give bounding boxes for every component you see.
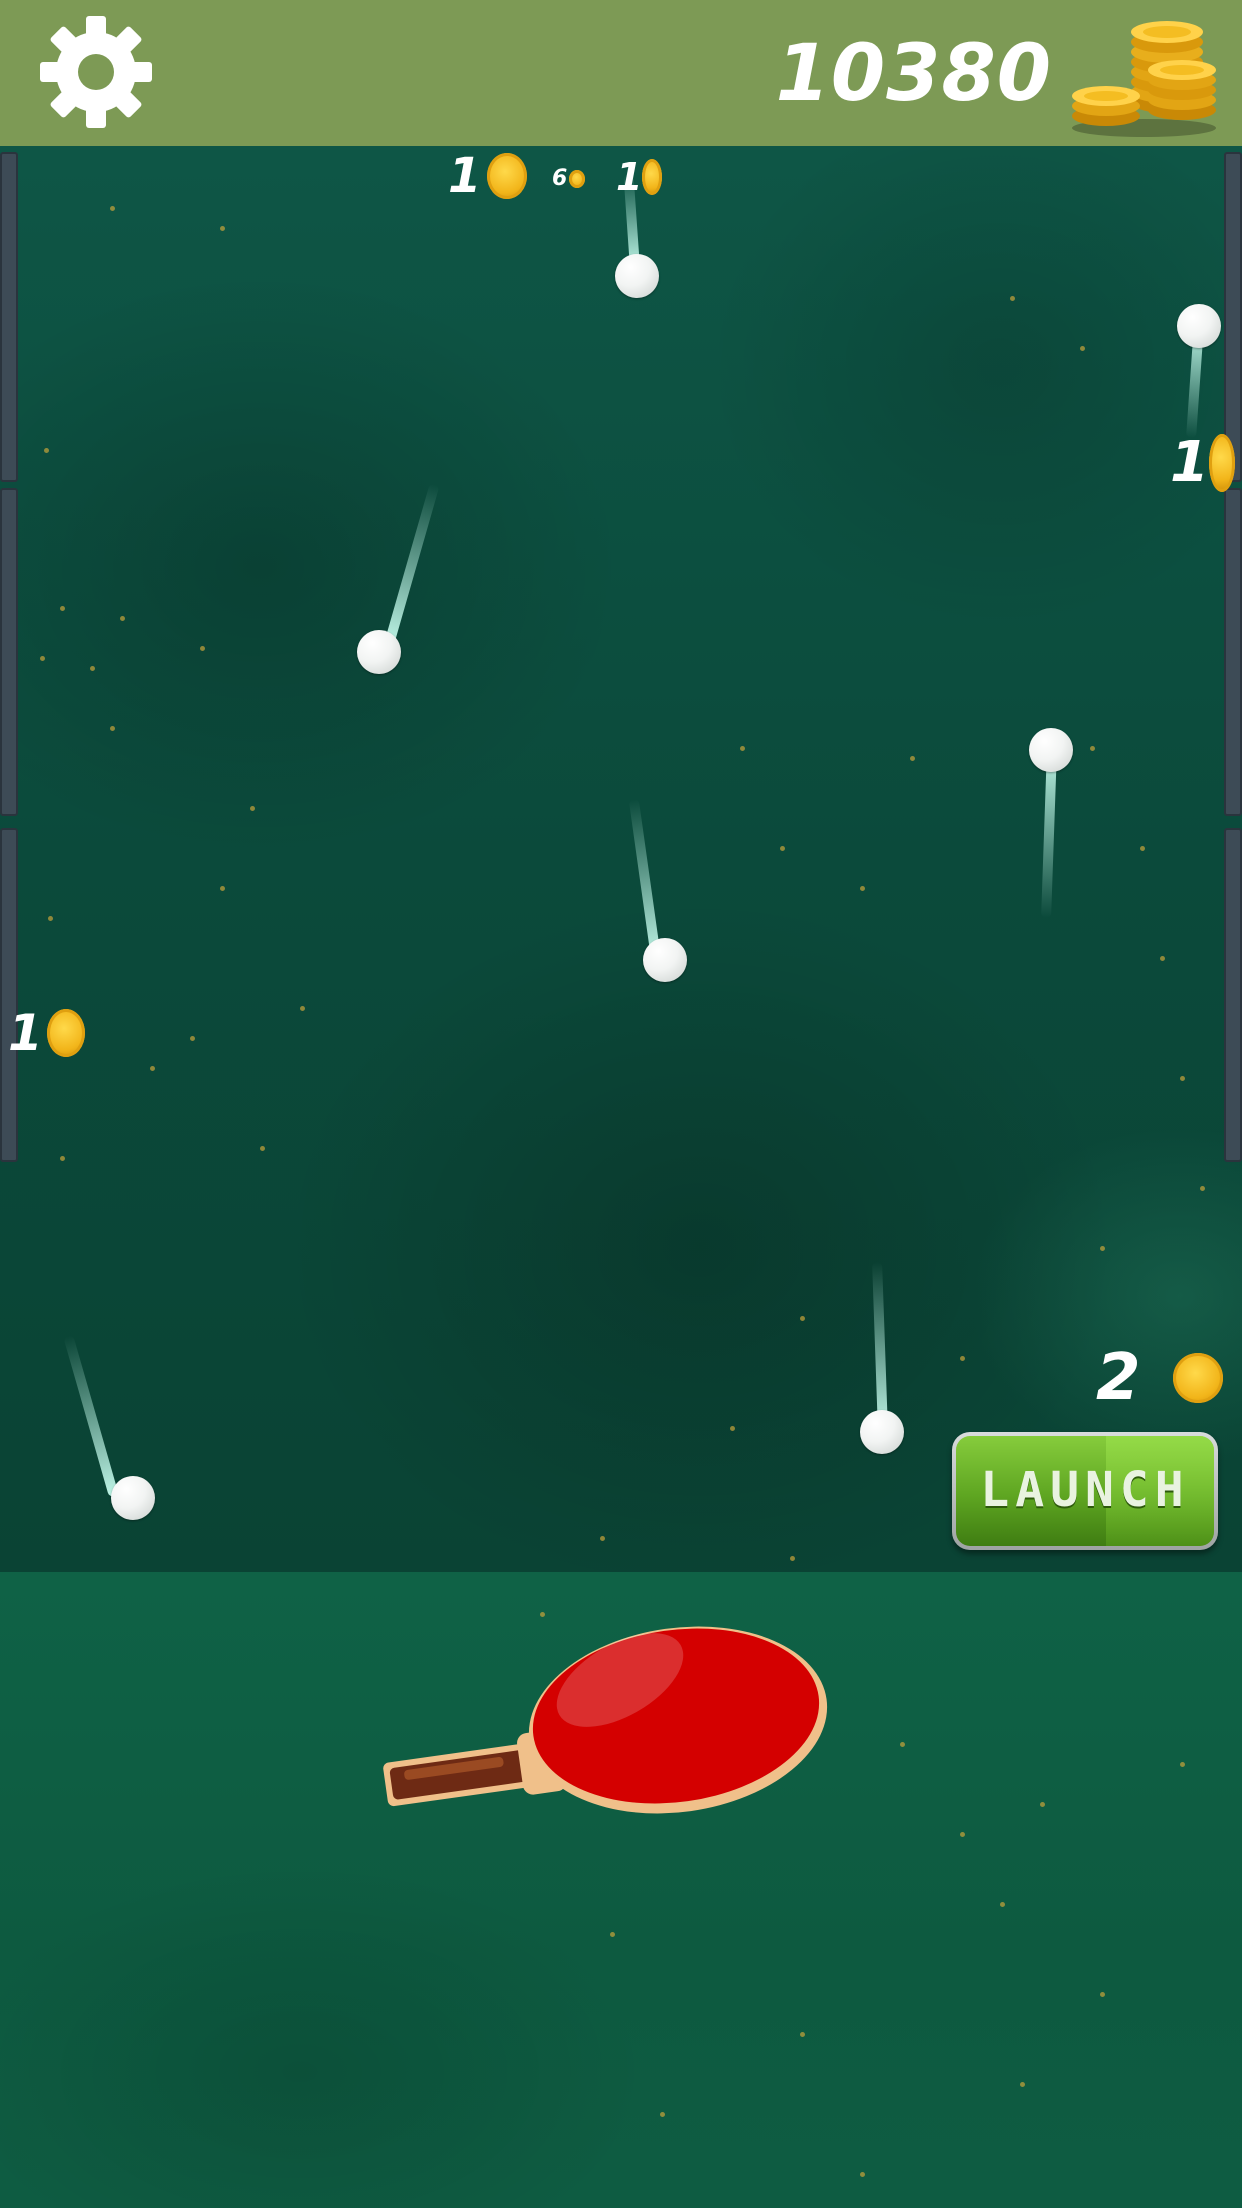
coin-total: 10380: [775, 29, 1052, 119]
ping-pong-ball: [643, 938, 687, 982]
ball-trail: [63, 1335, 119, 1498]
coin-popup: 1: [1170, 434, 1235, 492]
launch-button-label: LAUNCH: [980, 1462, 1190, 1518]
coin-popup: 6: [552, 168, 586, 190]
ball-trail: [872, 1261, 888, 1433]
left-wall: [0, 488, 18, 816]
ping-pong-ball: [1029, 728, 1073, 772]
coin-icon: [642, 159, 663, 195]
coin-popup: 1: [616, 158, 663, 196]
coin-icon: [569, 170, 586, 188]
play-field: 1 6 1 1 1 2: [0, 146, 1242, 1572]
ping-pong-ball: [111, 1476, 155, 1520]
left-wall: [0, 152, 18, 482]
ping-pong-ball: [860, 1410, 904, 1454]
ping-pong-paddle[interactable]: [380, 1620, 830, 1840]
ball-trail: [384, 483, 440, 646]
top-bar: 10380: [0, 0, 1242, 146]
ball-trail: [628, 798, 661, 959]
coin-icon: [1172, 1353, 1223, 1403]
coin-icon: [46, 1009, 85, 1057]
coin-icon: [487, 153, 528, 199]
right-wall: [1224, 152, 1242, 482]
gear-icon[interactable]: [36, 12, 156, 132]
ping-pong-ball: [615, 254, 659, 298]
coin-popup: 1: [8, 1008, 85, 1058]
ping-pong-ball: [1177, 304, 1221, 348]
launch-cost: 2: [1096, 1346, 1223, 1410]
coin-stack-icon: [1072, 21, 1216, 137]
launch-button[interactable]: LAUNCH: [952, 1432, 1218, 1550]
left-wall: [0, 828, 18, 1162]
coin-popup: 1: [448, 152, 528, 200]
coin-icon: [1208, 434, 1235, 492]
launch-cost-value: 2: [1096, 1341, 1141, 1415]
ping-pong-ball: [357, 630, 401, 674]
right-wall: [1224, 828, 1242, 1162]
ball-trail: [1041, 747, 1057, 919]
launch-button-face[interactable]: LAUNCH: [956, 1436, 1214, 1546]
right-wall: [1224, 488, 1242, 816]
